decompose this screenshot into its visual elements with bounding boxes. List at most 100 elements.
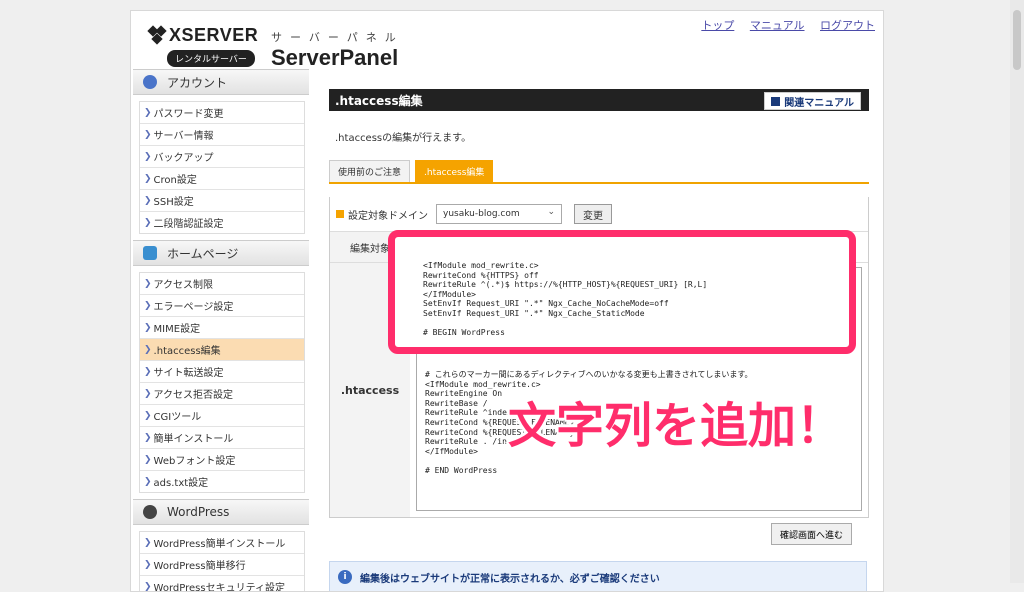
arrow-icon: ❯ xyxy=(144,129,152,140)
section-header-wordpress: WordPress xyxy=(133,499,309,525)
arrow-icon: ❯ xyxy=(144,344,152,355)
confirm-button[interactable]: 確認画面へ進む xyxy=(771,523,853,545)
panel-name: ServerPanel xyxy=(271,45,399,70)
logo-subtitle: レンタルサーバー xyxy=(167,50,255,67)
chevron-down-icon: ⌄ xyxy=(547,207,555,217)
sidebar-item-password[interactable]: ❯ パスワード変更 xyxy=(140,102,304,124)
sidebar-item-label: MIME設定 xyxy=(153,324,201,335)
domain-label: 設定対象ドメイン xyxy=(348,210,428,222)
scrollbar-thumb[interactable] xyxy=(1013,10,1021,70)
sidebar-item-label: バックアップ xyxy=(153,153,214,164)
annotation-caption: 文字列を追加！ xyxy=(508,398,845,454)
domain-row: 設定対象ドメイン yusaku-blog.com ⌄ 変更 xyxy=(330,197,868,232)
main-content: .htaccess編集 関連マニュアル .htaccessの編集が行えます。 使… xyxy=(329,89,869,591)
sidebar-item-label: サイト転送設定 xyxy=(153,368,224,379)
sidebar-item-wp-security[interactable]: ❯ WordPressセキュリティ設定 xyxy=(140,576,304,592)
user-icon xyxy=(143,75,157,89)
sidebar-item-wp-install[interactable]: ❯ WordPress簡単インストール xyxy=(140,532,304,554)
sidebar-item-server-info[interactable]: ❯ サーバー情報 xyxy=(140,124,304,146)
sidebar-item-backup[interactable]: ❯ バックアップ xyxy=(140,146,304,168)
menu-account: ❯ パスワード変更 ❯ サーバー情報 ❯ バックアップ ❯ Cron設定 ❯ SSH設定 … xyxy=(139,101,305,234)
sidebar-item-cgi[interactable]: ❯ CGIツール xyxy=(140,405,304,427)
domain-select-value: yusaku-blog.com xyxy=(443,209,520,219)
sidebar-item-2fa[interactable]: ❯ 二段階認証設定 xyxy=(140,212,304,233)
sidebar-item-label: WordPressセキュリティ設定 xyxy=(153,583,285,592)
sidebar-item-label: ads.txt設定 xyxy=(153,478,209,489)
homepage-icon xyxy=(143,246,157,260)
arrow-icon: ❯ xyxy=(144,278,152,289)
related-manual-label: 関連マニュアル xyxy=(784,97,854,109)
sidebar-item-ads-txt[interactable]: ❯ ads.txt設定 xyxy=(140,471,304,492)
arrow-icon: ❯ xyxy=(144,300,152,311)
section-header-account: アカウント xyxy=(133,69,309,95)
arrow-icon: ❯ xyxy=(144,432,152,443)
square-bullet-icon xyxy=(336,210,344,218)
sidebar-item-label: Cron設定 xyxy=(153,175,197,186)
sidebar-item-label: CGIツール xyxy=(153,412,202,423)
scrollbar[interactable] xyxy=(1010,0,1024,583)
sidebar-item-label: WordPress簡単移行 xyxy=(153,561,246,572)
wordpress-icon xyxy=(143,505,157,519)
panel-kana: サーバーパネル xyxy=(271,31,404,44)
top-link[interactable]: トップ xyxy=(701,19,734,32)
sidebar-item-error-page[interactable]: ❯ エラーページ設定 xyxy=(140,295,304,317)
tab-bar: 使用前のご注意 .htaccess編集 xyxy=(329,160,869,184)
info-notice: i 編集後はウェブサイトが正常に表示されるか、必ずご確認ください xyxy=(329,561,867,591)
page-title-bar: .htaccess編集 関連マニュアル xyxy=(329,89,869,111)
sidebar-item-webfont[interactable]: ❯ Webフォント設定 xyxy=(140,449,304,471)
menu-homepage: ❯ アクセス制限 ❯ エラーページ設定 ❯ MIME設定 ❯ .htaccess編集 ❯… xyxy=(139,272,305,493)
arrow-icon: ❯ xyxy=(144,217,152,228)
tab-htaccess-edit[interactable]: .htaccess編集 xyxy=(415,160,494,182)
arrow-icon: ❯ xyxy=(144,173,152,184)
arrow-icon: ❯ xyxy=(144,195,152,206)
logo-brand: XSERVER xyxy=(169,25,259,45)
manual-link[interactable]: マニュアル xyxy=(750,19,805,32)
change-button[interactable]: 変更 xyxy=(574,204,612,224)
sidebar-item-label: アクセス拒否設定 xyxy=(153,390,234,401)
sidebar-item-label: SSH設定 xyxy=(153,197,194,208)
sidebar-item-label: 二段階認証設定 xyxy=(153,219,224,230)
arrow-icon: ❯ xyxy=(144,388,152,399)
sidebar-item-cron[interactable]: ❯ Cron設定 xyxy=(140,168,304,190)
sidebar-item-label: パスワード変更 xyxy=(153,109,224,120)
top-links: トップ マニュアル ログアウト xyxy=(689,17,875,33)
arrow-icon: ❯ xyxy=(144,454,152,465)
logout-link[interactable]: ログアウト xyxy=(820,19,875,32)
sidebar-item-access-deny[interactable]: ❯ アクセス拒否設定 xyxy=(140,383,304,405)
sidebar: アカウント ❯ パスワード変更 ❯ サーバー情報 ❯ バックアップ ❯ Cron設定 ❯… xyxy=(133,69,309,592)
sidebar-item-label: エラーページ設定 xyxy=(153,302,234,313)
sidebar-item-label: .htaccess編集 xyxy=(153,346,221,357)
arrow-icon: ❯ xyxy=(144,559,152,570)
sidebar-item-label: WordPress簡単インストール xyxy=(153,539,286,550)
sidebar-item-label: サーバー情報 xyxy=(153,131,214,142)
sidebar-item-ssh[interactable]: ❯ SSH設定 xyxy=(140,190,304,212)
tab-precautions[interactable]: 使用前のご注意 xyxy=(329,160,411,182)
arrow-icon: ❯ xyxy=(144,537,152,548)
sidebar-item-htaccess[interactable]: ❯ .htaccess編集 xyxy=(140,339,304,361)
sidebar-item-site-transfer[interactable]: ❯ サイト転送設定 xyxy=(140,361,304,383)
arrow-icon: ❯ xyxy=(144,581,152,592)
section-title: ホームページ xyxy=(167,246,239,261)
highlight-box: <IfModule mod_rewrite.c> RewriteCond %{H… xyxy=(388,230,856,354)
arrow-icon: ❯ xyxy=(144,322,152,333)
arrow-icon: ❯ xyxy=(144,366,152,377)
domain-select[interactable]: yusaku-blog.com ⌄ xyxy=(436,204,562,224)
sidebar-item-label: アクセス制限 xyxy=(153,280,214,291)
added-code: <IfModule mod_rewrite.c> RewriteCond %{H… xyxy=(423,261,708,338)
sidebar-item-mime[interactable]: ❯ MIME設定 xyxy=(140,317,304,339)
sidebar-item-access-restriction[interactable]: ❯ アクセス制限 xyxy=(140,273,304,295)
section-header-homepage: ホームページ xyxy=(133,240,309,266)
page-description: .htaccessの編集が行えます。 xyxy=(335,133,472,144)
arrow-icon: ❯ xyxy=(144,410,152,421)
sidebar-item-wp-migrate[interactable]: ❯ WordPress簡単移行 xyxy=(140,554,304,576)
arrow-icon: ❯ xyxy=(144,107,152,118)
xserver-logo-icon xyxy=(147,25,167,45)
page-title: .htaccess編集 xyxy=(335,93,423,108)
arrow-icon: ❯ xyxy=(144,151,152,162)
arrow-icon: ❯ xyxy=(144,476,152,487)
section-title: アカウント xyxy=(167,75,228,90)
section-title: WordPress xyxy=(167,505,230,519)
sidebar-item-easy-install[interactable]: ❯ 簡単インストール xyxy=(140,427,304,449)
related-manual-button[interactable]: 関連マニュアル xyxy=(764,92,861,110)
book-icon xyxy=(771,96,781,106)
